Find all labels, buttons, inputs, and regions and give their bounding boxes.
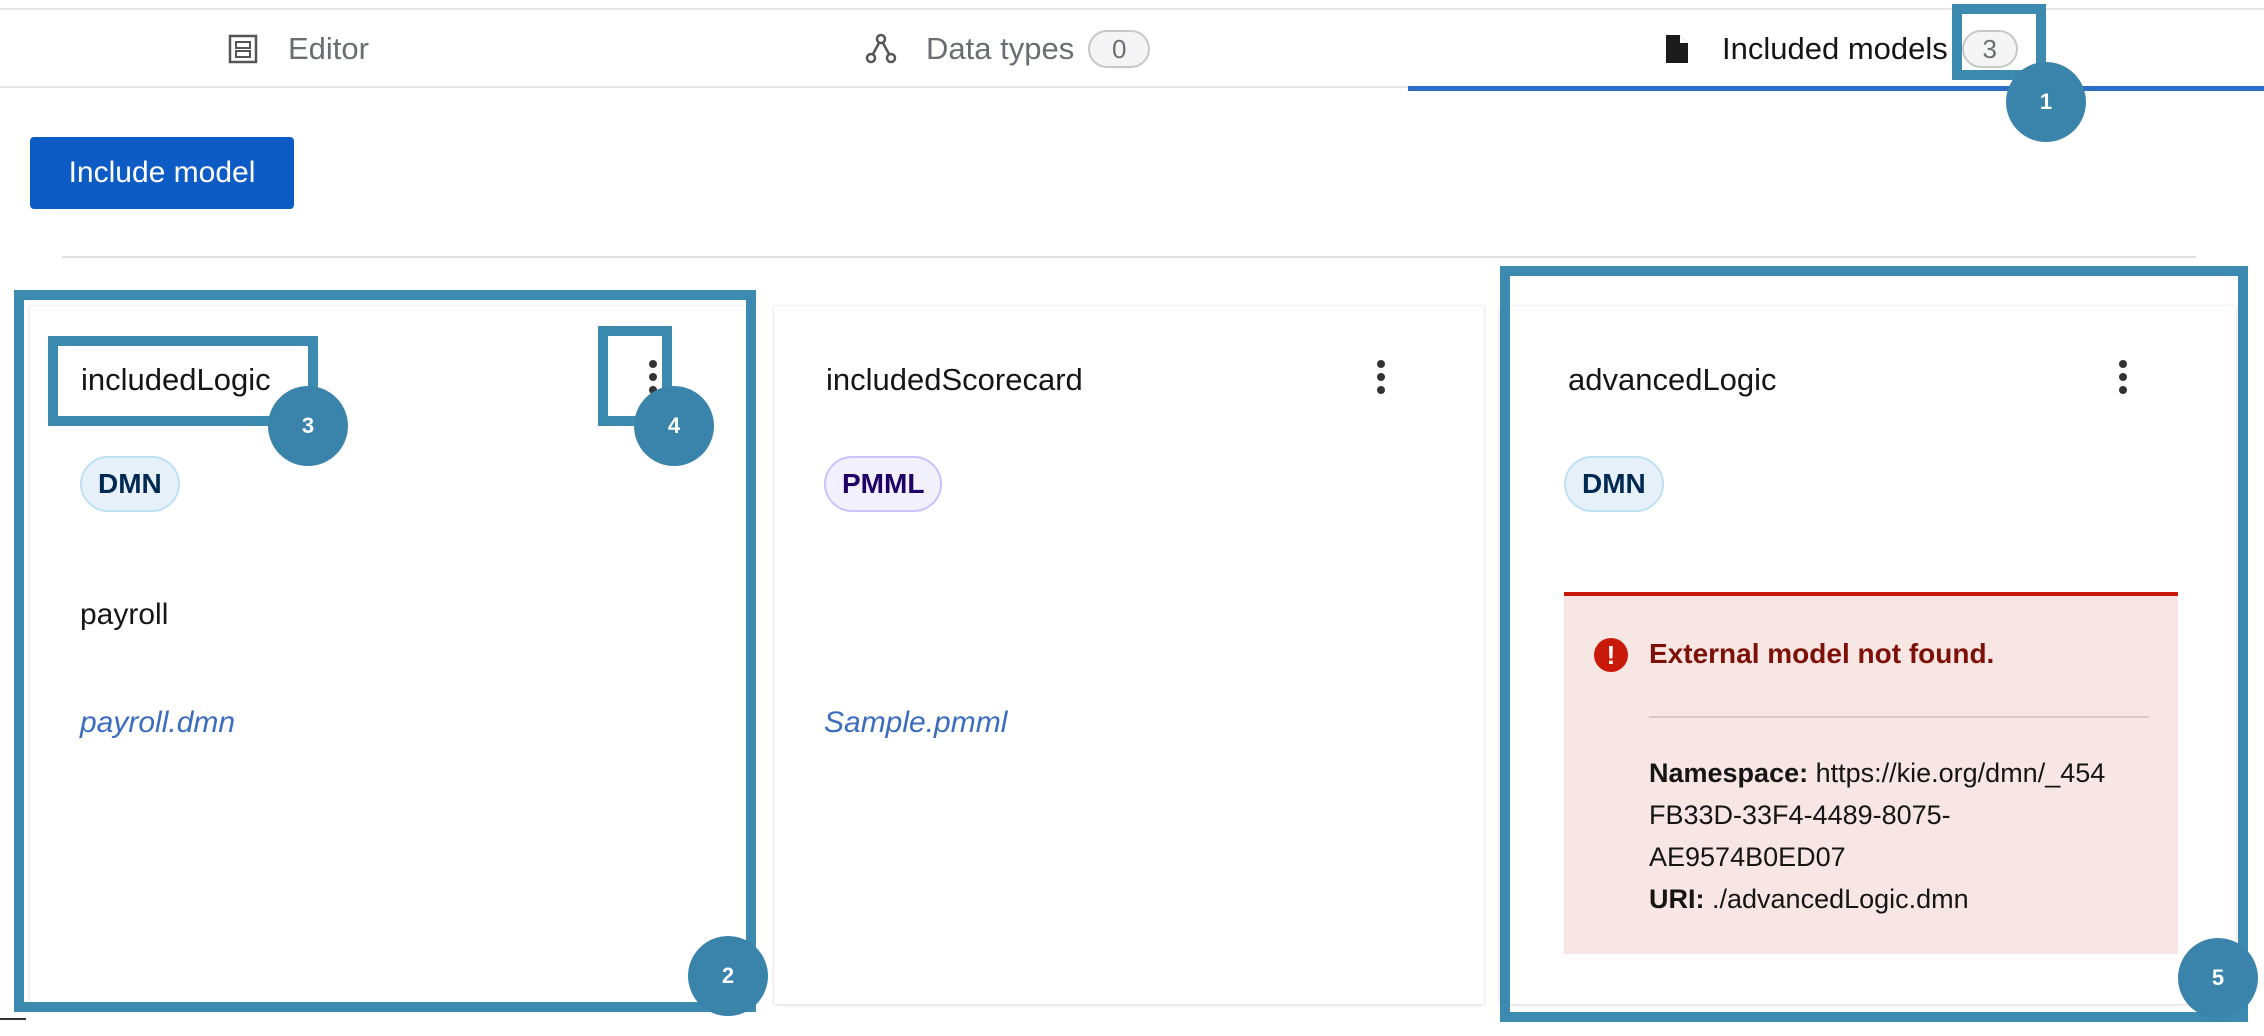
callout-box-error-card — [1500, 266, 2248, 1022]
tab-bar: Editor Data types 0 Included models 3 — [0, 8, 2264, 91]
callout-number-1: 1 — [2006, 62, 2086, 142]
callout-number-5: 5 — [2178, 938, 2258, 1018]
tab-editor[interactable]: Editor — [226, 10, 369, 88]
editor-icon — [226, 32, 260, 66]
data-types-icon — [864, 32, 898, 66]
card-title: includedScorecard — [826, 362, 1083, 397]
tab-data-types[interactable]: Data types 0 — [864, 10, 1151, 88]
section-divider — [62, 256, 2196, 258]
model-file-name: Sample.pmml — [824, 706, 1008, 739]
active-tab-indicator — [1408, 86, 2264, 91]
callout-number-2: 2 — [688, 936, 768, 1016]
data-types-count-badge: 0 — [1088, 30, 1151, 68]
callout-number-4: 4 — [634, 386, 714, 466]
tab-data-types-label: Data types — [926, 31, 1075, 66]
file-icon — [1660, 32, 1694, 66]
tab-editor-label: Editor — [288, 31, 369, 66]
corner-mark — [0, 1018, 26, 1020]
kebab-menu-icon[interactable] — [1366, 356, 1396, 398]
include-model-button[interactable]: Include model — [30, 137, 294, 209]
tab-included-models-label: Included models — [1722, 31, 1948, 66]
model-type-badge: PMML — [824, 456, 943, 512]
model-card-included-scorecard: includedScorecard PMML Sample.pmml — [774, 306, 1484, 1004]
callout-number-3: 3 — [268, 386, 348, 466]
